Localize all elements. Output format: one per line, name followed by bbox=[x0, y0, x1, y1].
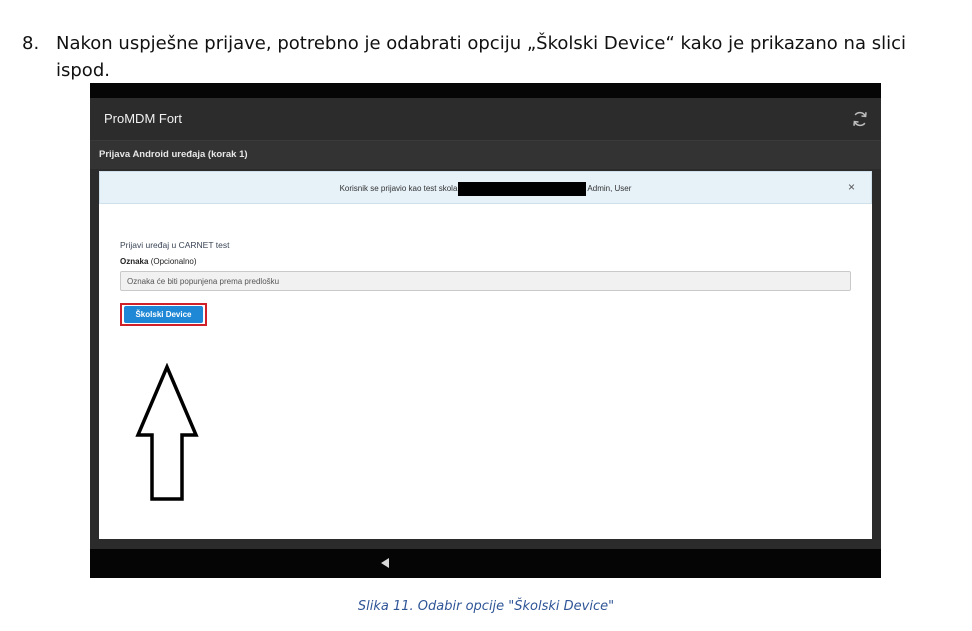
page-subheader: Prijava Android uređaja (korak 1) bbox=[90, 141, 881, 169]
refresh-icon[interactable] bbox=[851, 110, 869, 128]
back-triangle-icon[interactable] bbox=[380, 557, 390, 569]
app-toolbar: ProMDM Fort bbox=[90, 98, 881, 141]
oznaka-label: Oznaka (Opcionalno) bbox=[120, 257, 197, 266]
oznaka-label-text: Oznaka bbox=[120, 257, 149, 266]
navigation-bar bbox=[90, 549, 881, 578]
login-alert: Korisnik se prijavio kao test skola Admin… bbox=[99, 171, 872, 204]
page-title: Prijava Android uređaja (korak 1) bbox=[99, 149, 248, 160]
oznaka-input[interactable] bbox=[120, 271, 851, 291]
alert-message: Korisnik se prijavio kao test skola Admin… bbox=[100, 182, 871, 196]
close-icon[interactable]: × bbox=[848, 180, 855, 194]
skolski-device-button[interactable]: Školski Device bbox=[124, 306, 203, 323]
oznaka-label-suffix: (Opcionalno) bbox=[150, 257, 197, 266]
status-bar bbox=[90, 83, 881, 98]
up-arrow-icon bbox=[135, 363, 199, 501]
app-title: ProMDM Fort bbox=[104, 111, 182, 126]
form-heading: Prijavi uređaj u CARNET test bbox=[120, 240, 230, 250]
figure-caption: Slika 11. Odabir opcije "Školski Device" bbox=[357, 599, 615, 614]
step-text: Nakon uspješne prijave, potrebno je odab… bbox=[56, 33, 906, 81]
alert-text-after: Admin, User bbox=[587, 184, 632, 194]
redacted-block bbox=[458, 182, 587, 196]
device-screenshot: ProMDM Fort Prijava Android uređaja (kor… bbox=[90, 83, 881, 578]
alert-text-before: Korisnik se prijavio kao test skola bbox=[339, 184, 458, 194]
step-number: 8. bbox=[22, 33, 40, 54]
content-panel: Korisnik se prijavio kao test skola Admin… bbox=[99, 171, 872, 539]
